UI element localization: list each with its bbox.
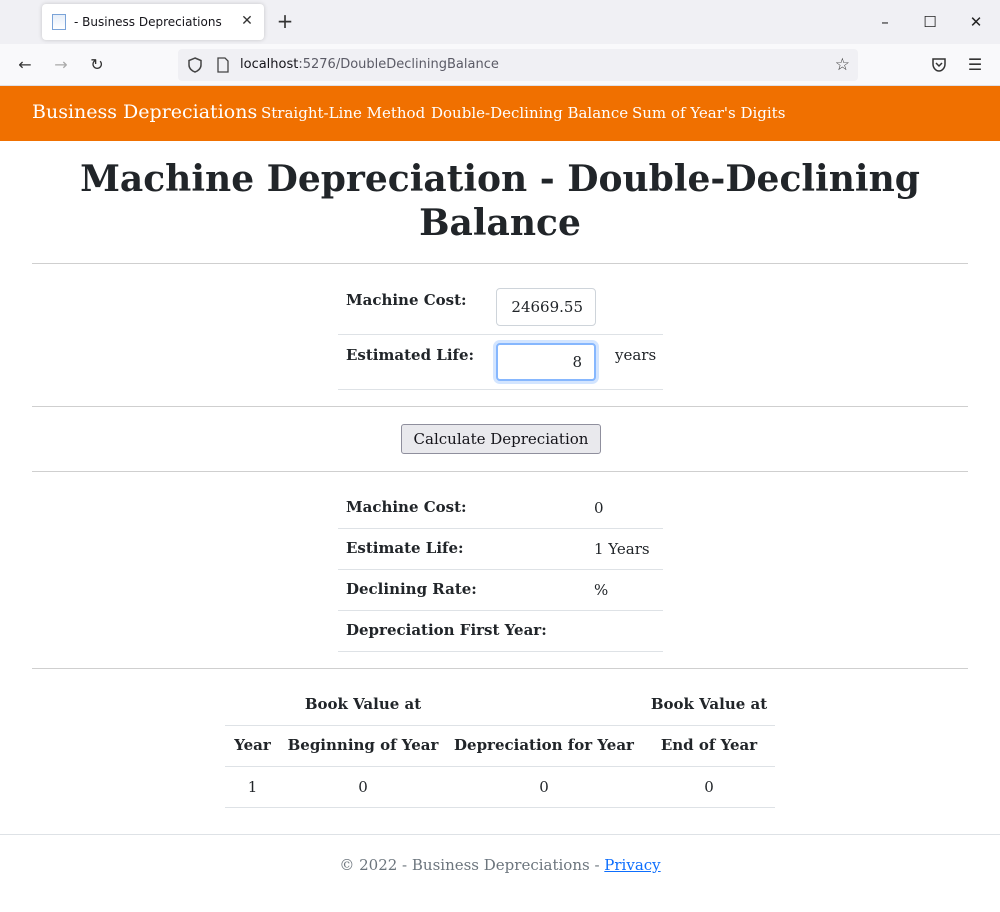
browser-tab[interactable]: - Business Depreciations ✕ — [42, 4, 264, 40]
row-divider — [225, 807, 775, 808]
summary-estimate-life-label: Estimate Life: — [346, 539, 464, 557]
column-header-top: Book Value at — [304, 695, 422, 713]
summary-machine-cost-value: 0 — [594, 499, 604, 517]
nav-sum-of-years-digits[interactable]: Sum of Year's Digits — [632, 104, 785, 122]
new-tab-button[interactable]: + — [274, 10, 296, 32]
row-divider — [225, 725, 775, 726]
window-close-button[interactable]: ✕ — [964, 10, 988, 34]
column-header-top: Book Value at — [650, 695, 768, 713]
pocket-icon[interactable] — [931, 57, 947, 73]
brand-link[interactable]: Business Depreciations — [32, 101, 257, 123]
shield-icon — [188, 57, 202, 73]
summary-declining-rate-label: Declining Rate: — [346, 580, 477, 598]
row-divider — [225, 766, 775, 767]
row-divider — [338, 528, 663, 529]
column-header-depreciation: Depreciation for Year — [454, 736, 634, 754]
row-divider — [338, 610, 663, 611]
calculate-depreciation-button[interactable]: Calculate Depreciation — [401, 424, 601, 454]
summary-machine-cost-label: Machine Cost: — [346, 498, 467, 516]
page-favicon-icon — [52, 14, 66, 30]
divider — [32, 471, 968, 472]
page-title: Machine Depreciation - Double-Declining … — [80, 158, 920, 244]
row-divider — [338, 651, 663, 652]
tab-title: - Business Depreciations — [74, 15, 222, 29]
forward-arrow-icon[interactable]: → — [49, 53, 73, 77]
machine-cost-input[interactable] — [496, 288, 596, 326]
url-text: localhost:5276/DoubleDecliningBalance — [240, 57, 499, 72]
table-cell-depreciation: 0 — [539, 778, 549, 796]
site-navbar: Business Depreciations Straight-Line Met… — [0, 86, 1000, 141]
footer-text: © 2022 - Business Depreciations - — [339, 856, 605, 874]
footer-divider — [0, 834, 1000, 835]
column-header-year: Year — [234, 736, 271, 754]
bookmark-star-icon[interactable]: ☆ — [835, 55, 850, 75]
row-divider — [338, 389, 663, 390]
browser-toolbar: ← → ↻ localhost:5276/DoubleDecliningBala… — [0, 44, 1000, 86]
back-arrow-icon[interactable]: ← — [13, 53, 37, 77]
tab-close-icon[interactable]: ✕ — [238, 12, 256, 30]
nav-double-declining[interactable]: Double-Declining Balance — [431, 104, 628, 122]
table-cell-year: 1 — [247, 778, 258, 796]
summary-declining-rate-value: % — [594, 581, 609, 599]
page-icon — [217, 57, 229, 73]
footer: © 2022 - Business Depreciations - Privac… — [0, 856, 1000, 874]
estimated-life-label: Estimated Life: — [346, 346, 475, 364]
table-cell-end: 0 — [704, 778, 714, 796]
browser-tab-bar: - Business Depreciations ✕ + – ☐ ✕ — [0, 0, 1000, 44]
estimated-life-input[interactable] — [496, 343, 596, 381]
nav-straight-line[interactable]: Straight-Line Method — [261, 104, 425, 122]
row-divider — [338, 569, 663, 570]
summary-depreciation-first-year-label: Depreciation First Year: — [346, 621, 547, 639]
maximize-button[interactable]: ☐ — [918, 10, 942, 34]
column-header-end: End of Year — [660, 736, 758, 754]
years-suffix: years — [615, 346, 657, 364]
row-divider — [338, 334, 663, 335]
address-bar[interactable]: localhost:5276/DoubleDecliningBalance ☆ — [178, 49, 858, 81]
privacy-link[interactable]: Privacy — [604, 856, 660, 874]
column-header-beginning: Beginning of Year — [287, 736, 439, 754]
divider — [32, 263, 968, 264]
minimize-button[interactable]: – — [873, 10, 897, 34]
machine-cost-label: Machine Cost: — [346, 291, 467, 309]
reload-icon[interactable]: ↻ — [85, 53, 109, 77]
table-cell-beginning: 0 — [358, 778, 368, 796]
menu-icon[interactable]: ☰ — [963, 53, 987, 77]
divider — [32, 668, 968, 669]
divider — [32, 406, 968, 407]
summary-estimate-life-value: 1 Years — [594, 540, 650, 558]
